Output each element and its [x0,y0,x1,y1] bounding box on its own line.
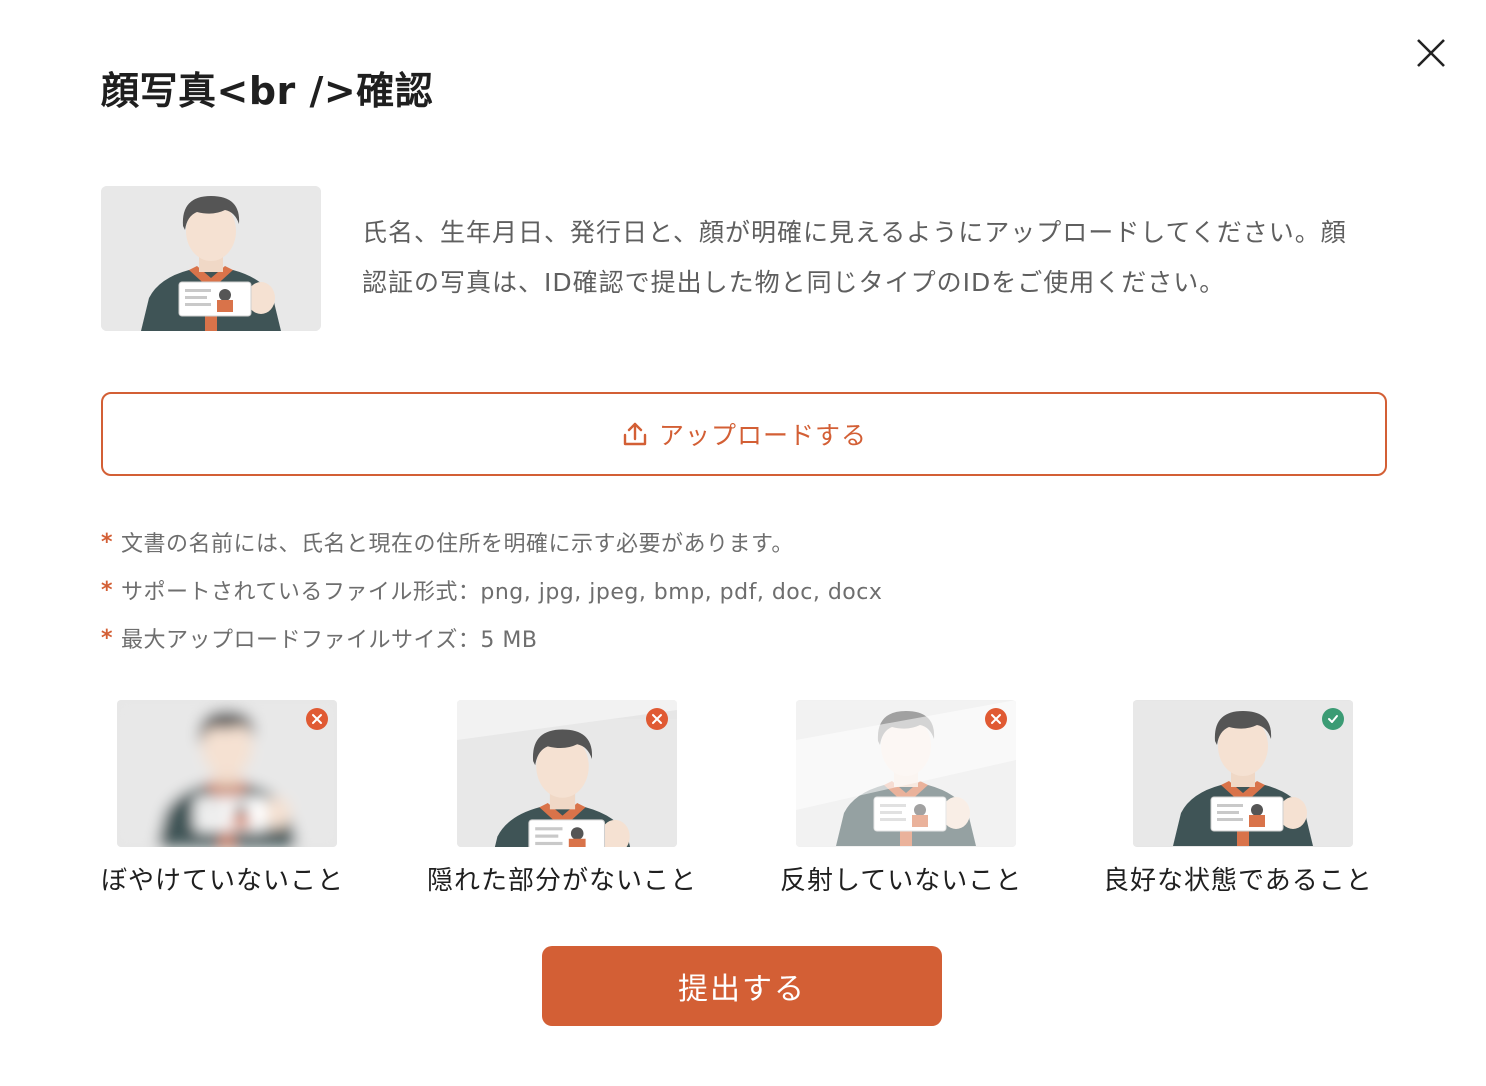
x-icon [646,708,668,730]
required-mark: * [101,577,114,603]
example-label: 隠れた部分がないこと [427,866,698,896]
example-image [457,700,677,847]
x-icon [985,708,1007,730]
example-image [117,700,337,847]
example-label: 良好な状態であること [1103,866,1373,896]
requirements-list: * 文書の名前には、氏名と現在の住所を明確に示す必要があります。 * サポートさ… [101,518,882,662]
example-image [796,700,1016,847]
upload-icon [623,422,647,446]
submit-button[interactable]: 提出する [542,946,942,1026]
check-icon [1322,708,1344,730]
requirement-text: サポートされているファイル形式：png, jpg, jpeg, bmp, pdf… [121,580,883,605]
close-button[interactable] [1412,34,1450,72]
x-icon [306,708,328,730]
required-mark: * [101,625,114,651]
requirement-item: * 文書の名前には、氏名と現在の住所を明確に示す必要があります。 [101,518,882,566]
requirement-item: * サポートされているファイル形式：png, jpg, jpeg, bmp, p… [101,566,882,614]
example-image [1133,700,1353,847]
upload-button-label: アップロードする [658,421,867,450]
upload-button[interactable]: アップロードする [101,392,1387,476]
required-mark: * [101,529,114,555]
requirement-text: 最大アップロードファイルサイズ：5 MB [121,628,538,653]
example-label: 反射していないこと [780,866,1023,896]
instruction-text: 氏名、生年月日、発行日と、顔が明確に見えるようにアップロードしてください。顔認証… [362,218,1347,297]
requirement-text: 文書の名前には、氏名と現在の住所を明確に示す必要があります。 [121,532,794,557]
requirement-item: * 最大アップロードファイルサイズ：5 MB [101,614,882,662]
close-icon [1417,39,1445,67]
dialog-title: 顔写真<br />確認 [101,69,434,113]
example-label: ぼやけていないこと [101,866,345,896]
sample-photo [101,186,321,331]
